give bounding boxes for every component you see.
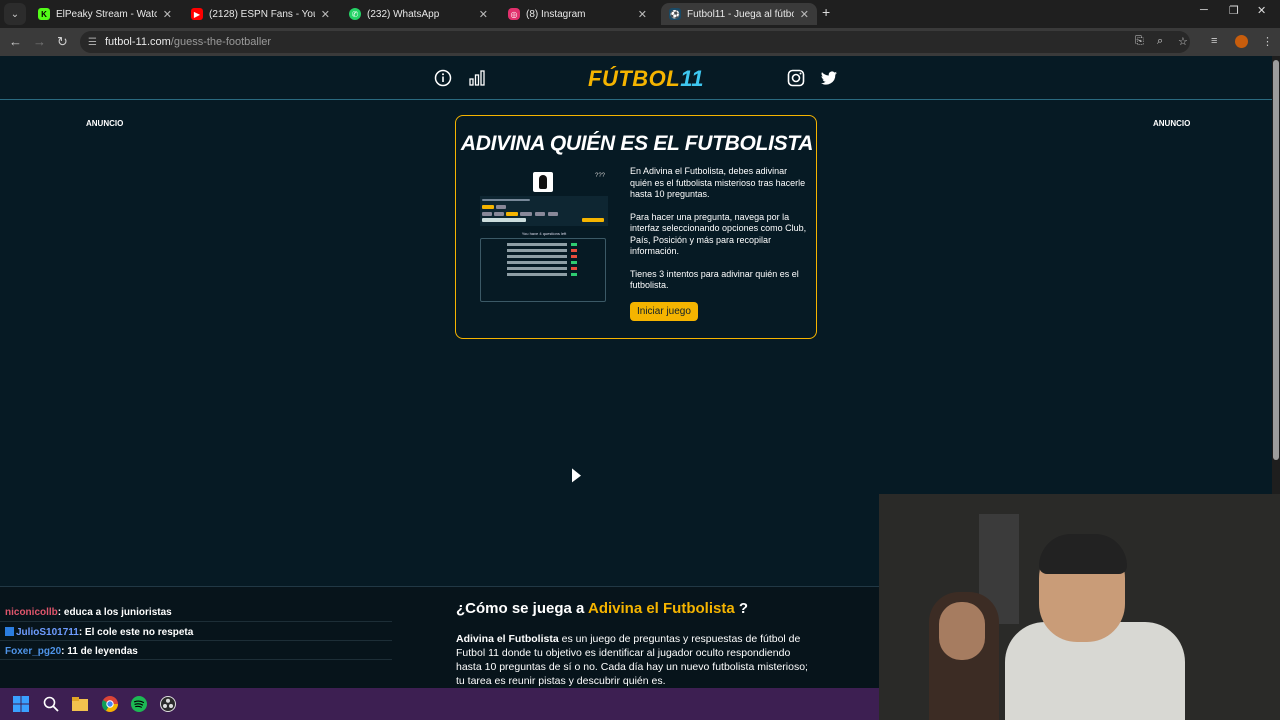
file-explorer-icon[interactable] <box>72 696 88 712</box>
tab-youtube[interactable]: ▶ (2128) ESPN Fans - YouTube ✕ <box>183 3 338 25</box>
tab-instagram[interactable]: ◎ (8) Instagram ✕ <box>500 3 655 25</box>
futbol11-icon: ⚽ <box>669 8 681 20</box>
close-tab-icon[interactable]: ✕ <box>638 8 647 21</box>
game-card: ADIVINA QUIÉN ES EL FUTBOLISTA ??? You h… <box>455 115 817 339</box>
whatsapp-icon: ✆ <box>349 8 361 20</box>
tab-elpeaky[interactable]: K ElPeaky Stream - Watch Live on ✕ <box>30 3 180 25</box>
info-icon[interactable] <box>433 68 453 88</box>
tab-futbol11[interactable]: ⚽ Futbol11 - Juega al fútbol ¿Qui ✕ <box>661 3 817 25</box>
url-field[interactable]: ☰ futbol-11.com/guess-the-footballer <box>80 31 1190 53</box>
preview-heading: You have 4 questions left <box>521 231 567 236</box>
maximize-icon[interactable]: ❐ <box>1229 4 1239 17</box>
chat-username: niconicollb <box>5 607 58 618</box>
back-icon[interactable]: ← <box>9 34 22 49</box>
chat-message: niconicollb: educa a los junioristas <box>5 607 172 618</box>
how-title-pre: ¿Cómo se juega a <box>456 600 585 617</box>
preview-question-list <box>480 238 606 302</box>
new-tab-icon[interactable]: + <box>822 4 830 20</box>
translate-icon[interactable]: ⎘ <box>1135 35 1144 48</box>
tab-title: (8) Instagram <box>526 8 586 20</box>
close-tab-icon[interactable]: ✕ <box>800 8 809 21</box>
close-tab-icon[interactable]: ✕ <box>321 8 330 21</box>
chat-text: : educa a los junioristas <box>57 607 172 618</box>
search-icon[interactable] <box>43 696 59 712</box>
reload-icon[interactable]: ↻ <box>57 34 68 50</box>
start-game-button[interactable]: Iniciar juego <box>630 302 698 321</box>
tab-title: (2128) ESPN Fans - YouTube <box>209 8 315 20</box>
how-title-post: ? <box>738 600 749 617</box>
chat-username: JulioS101711 <box>16 627 79 638</box>
windows-start-icon[interactable] <box>13 696 29 712</box>
zoom-icon[interactable]: ⌕ <box>1157 35 1163 48</box>
ad-label-right: ANUNCIO <box>1153 119 1191 128</box>
game-title: ADIVINA QUIÉN ES EL FUTBOLISTA <box>460 132 814 155</box>
how-to-play-text-overlay: Adivina el Futbolista es un juego de pre… <box>456 632 812 688</box>
url-host: futbol-11.com <box>104 36 171 48</box>
spotify-icon[interactable] <box>131 696 147 712</box>
how-to-play-title-overlay: ¿Cómo se juega a Adivina el Futbolista ? <box>456 600 748 617</box>
site-header: FÚTBOL11 <box>0 56 1272 100</box>
player-silhouette-icon <box>533 172 553 192</box>
logo-number: 11 <box>680 66 705 91</box>
ad-label-left: ANUNCIO <box>86 119 124 128</box>
tab-title: Futbol11 - Juega al fútbol ¿Qui <box>687 8 794 20</box>
twitter-icon[interactable] <box>819 68 839 88</box>
webcam-overlay <box>879 494 1280 720</box>
hint-icon: ??? <box>595 173 606 179</box>
preview-panel <box>480 196 608 226</box>
browser-tab-bar: ⌄ K ElPeaky Stream - Watch Live on ✕ ▶ (… <box>0 0 1280 28</box>
tab-whatsapp[interactable]: ✆ (232) WhatsApp ✕ <box>341 3 496 25</box>
kick-icon: K <box>38 8 50 20</box>
minimize-icon[interactable]: ─ <box>1200 4 1208 16</box>
profile-avatar[interactable] <box>1235 35 1248 48</box>
chat-message: JulioS101711: El cole este no respeta <box>5 627 193 638</box>
game-description: En Adivina el Futbolista, debes adivinar… <box>630 166 810 303</box>
obs-icon[interactable] <box>160 696 176 712</box>
address-bar-row: ← → ↻ ☰ futbol-11.com/guess-the-football… <box>0 28 1280 56</box>
site-logo[interactable]: FÚTBOL11 <box>588 66 704 92</box>
desc-paragraph-1: En Adivina el Futbolista, debes adivinar… <box>630 166 806 199</box>
how-title-highlight: Adivina el Futbolista <box>588 600 735 617</box>
site-info-icon[interactable]: ☰ <box>88 37 97 48</box>
instagram-icon: ◎ <box>508 8 520 20</box>
how-text-bold: Adivina el Futbolista <box>456 633 559 645</box>
game-preview-image: ??? You have 4 questions left <box>480 168 608 302</box>
close-tab-icon[interactable]: ✕ <box>479 8 488 21</box>
stats-icon[interactable] <box>467 68 487 88</box>
close-tab-icon[interactable]: ✕ <box>163 8 172 21</box>
tab-search-button[interactable]: ⌄ <box>4 3 26 25</box>
chat-text: : 11 de leyendas <box>61 646 138 657</box>
chat-username: Foxer_pg20 <box>5 646 62 657</box>
instagram-icon[interactable] <box>786 68 806 88</box>
bookmark-star-icon[interactable]: ☆ <box>1178 35 1188 48</box>
chat-message: Foxer_pg20: 11 de leyendas <box>5 646 138 657</box>
chrome-icon[interactable] <box>102 696 118 712</box>
youtube-icon: ▶ <box>191 8 203 20</box>
menu-kebab-icon[interactable]: ⋮ <box>1262 35 1273 48</box>
url-path: /guess-the-footballer <box>170 36 272 48</box>
media-control-icon[interactable]: ≡ <box>1211 35 1217 47</box>
windows-taskbar <box>0 688 879 720</box>
subscriber-badge-icon <box>5 627 14 636</box>
desc-paragraph-3: Tienes 3 intentos para adivinar quién es… <box>630 268 799 291</box>
desc-paragraph-2: Para hacer una pregunta, navega por la i… <box>630 211 807 257</box>
tab-title: ElPeaky Stream - Watch Live on <box>56 8 157 20</box>
forward-icon[interactable]: → <box>33 34 46 49</box>
logo-text: FÚTBOL <box>588 66 681 91</box>
tab-title: (232) WhatsApp <box>367 8 440 20</box>
close-window-icon[interactable]: ✕ <box>1257 4 1266 17</box>
chat-text: : El cole este no respeta <box>78 627 194 638</box>
scrollbar-thumb[interactable] <box>1273 60 1279 460</box>
